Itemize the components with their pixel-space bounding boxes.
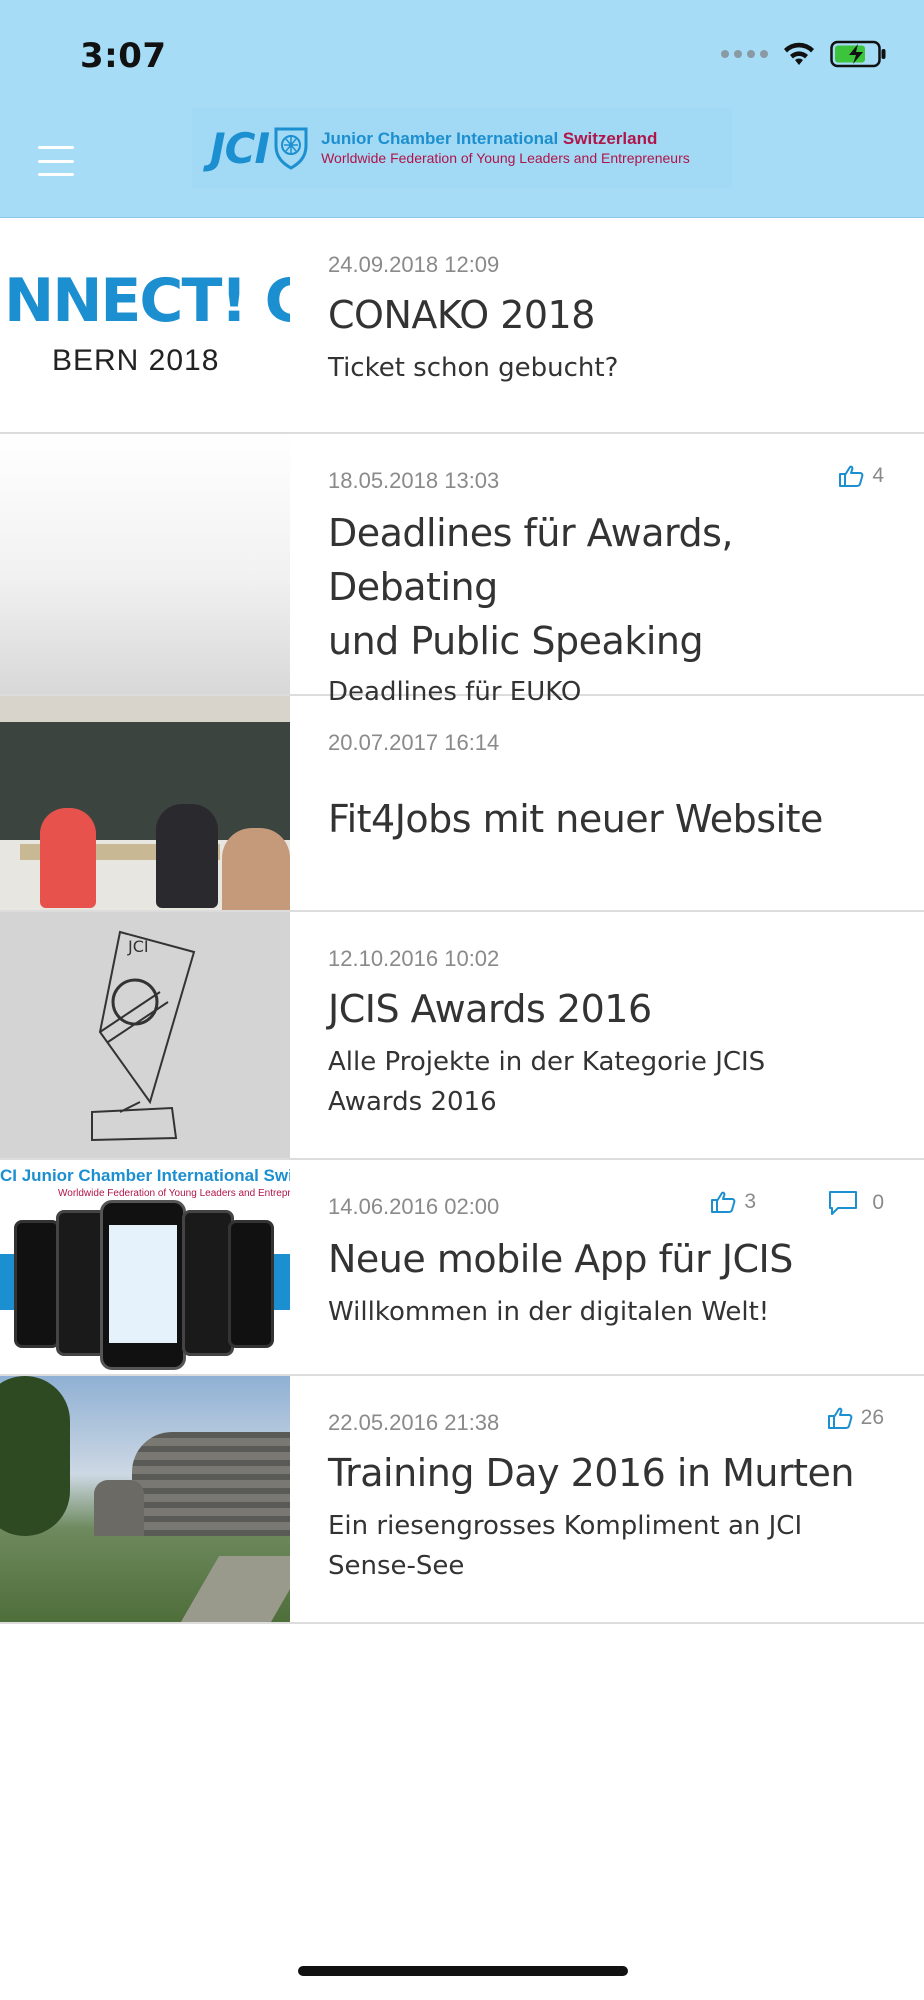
news-title-line2: und Public Speaking [328, 619, 704, 663]
news-item-training-day-2016[interactable]: 22.05.2016 21:38 Training Day 2016 in Mu… [0, 1376, 924, 1624]
thumbnail-banner: CI Junior Chamber International Switzer [0, 1166, 290, 1185]
jci-shield-icon [274, 127, 308, 170]
comment-counter[interactable]: 0 [828, 1190, 884, 1216]
thumbs-up-icon [827, 1407, 853, 1429]
news-thumbnail: NNECT! C BERN 2018 [0, 218, 290, 432]
building-image [132, 1432, 290, 1536]
like-count: 3 [744, 1190, 756, 1213]
news-item-mobile-app[interactable]: CI Junior Chamber International Switzer … [0, 1160, 924, 1376]
person-foreground-image [222, 828, 290, 910]
thumbs-up-icon [711, 1191, 736, 1213]
phone-right2-image [228, 1220, 274, 1348]
status-time: 3:07 [80, 36, 167, 76]
phone-center-image [100, 1200, 186, 1370]
news-item-conako-2018[interactable]: NNECT! C BERN 2018 24.09.2018 12:09 CONA… [0, 218, 924, 434]
news-subtitle-line2: Sense-See [328, 1551, 465, 1581]
status-icons [721, 40, 888, 68]
news-title: Training Day 2016 in Murten [328, 1451, 855, 1495]
news-date: 14.06.2016 02:00 [328, 1194, 500, 1219]
news-subtitle-line1: Ein riesengrosses Kompliment an JCI [328, 1511, 803, 1541]
thumbnail-headline: NNECT! C [4, 266, 290, 336]
thumbnail-subline: BERN 2018 [52, 344, 220, 377]
trophy-sketch-image: JCI [91, 930, 196, 1142]
news-thumbnail: CI Junior Chamber International Switzer … [0, 1160, 290, 1374]
news-date: 18.05.2018 13:03 [328, 468, 500, 493]
news-title: Fit4Jobs mit neuer Website [328, 797, 823, 841]
news-date: 22.05.2016 21:38 [328, 1410, 500, 1435]
news-title: JCIS Awards 2016 [328, 987, 652, 1031]
news-title: Neue mobile App für JCIS [328, 1237, 793, 1281]
app-header: 3:07 JCI Junior Chamber International Sw… [0, 0, 924, 218]
wifi-icon [784, 42, 814, 65]
hamburger-menu-icon[interactable] [38, 146, 74, 176]
tree-image [0, 1376, 70, 1536]
news-thumbnail: JCI [0, 912, 290, 1158]
thumbnail-banner-sub: Worldwide Federation of Young Leaders an… [58, 1188, 290, 1199]
svg-text:JCI: JCI [127, 937, 149, 956]
news-thumbnail [0, 1376, 290, 1622]
news-subtitle: Willkommen in der digitalen Welt! [328, 1297, 770, 1327]
news-date: 20.07.2017 16:14 [328, 730, 500, 755]
jci-logo: JCI Junior Chamber International Switzer… [192, 108, 732, 188]
news-date: 24.09.2018 12:09 [328, 252, 500, 277]
news-title-line1: Deadlines für Awards, Debating [328, 511, 733, 609]
logo-tagline: Worldwide Federation of Young Leaders an… [321, 149, 690, 166]
news-item-deadlines[interactable]: 18.05.2018 13:03 Deadlines für Awards, D… [0, 434, 924, 707]
news-date: 12.10.2016 10:02 [328, 946, 500, 971]
wall-image [0, 696, 290, 722]
news-item-jcis-awards-2016[interactable]: JCI 12.10.2016 10:02 JCIS Awards 2016 Al… [0, 912, 924, 1160]
news-subtitle: Ticket schon gebucht? [328, 353, 619, 383]
news-item-fit4jobs[interactable]: 20.07.2017 16:14 Fit4Jobs mit neuer Webs… [0, 696, 924, 912]
logo-line1: Junior Chamber International [321, 129, 559, 149]
person-dark-image [156, 804, 218, 908]
news-thumbnail [0, 434, 290, 694]
logo-line1-accent: Switzerland [562, 129, 658, 149]
like-counter[interactable]: 3 [710, 1190, 756, 1214]
like-counter[interactable]: 4 [838, 464, 884, 488]
logo-mark: JCI [210, 123, 270, 173]
comment-icon [829, 1191, 858, 1215]
comment-count: 0 [872, 1191, 884, 1214]
news-subtitle-line2: Awards 2016 [328, 1087, 497, 1117]
thumbs-up-icon [839, 465, 864, 487]
building-small-image [94, 1480, 144, 1536]
like-count: 4 [872, 464, 884, 487]
phone-right-image [182, 1210, 234, 1356]
phone-left-image [14, 1220, 60, 1348]
path-image [180, 1556, 290, 1622]
battery-charging-icon [830, 40, 886, 68]
news-thumbnail [0, 696, 290, 910]
person-red-shirt-image [40, 808, 96, 908]
news-subtitle-line1: Alle Projekte in der Kategorie JCIS [328, 1047, 766, 1077]
news-title: CONAKO 2018 [328, 293, 595, 337]
cellular-signal-icon [721, 50, 768, 58]
like-count: 26 [860, 1406, 884, 1429]
news-list: NNECT! C BERN 2018 24.09.2018 12:09 CONA… [0, 218, 924, 1624]
like-counter[interactable]: 26 [827, 1406, 884, 1430]
home-indicator[interactable] [298, 1966, 628, 1976]
